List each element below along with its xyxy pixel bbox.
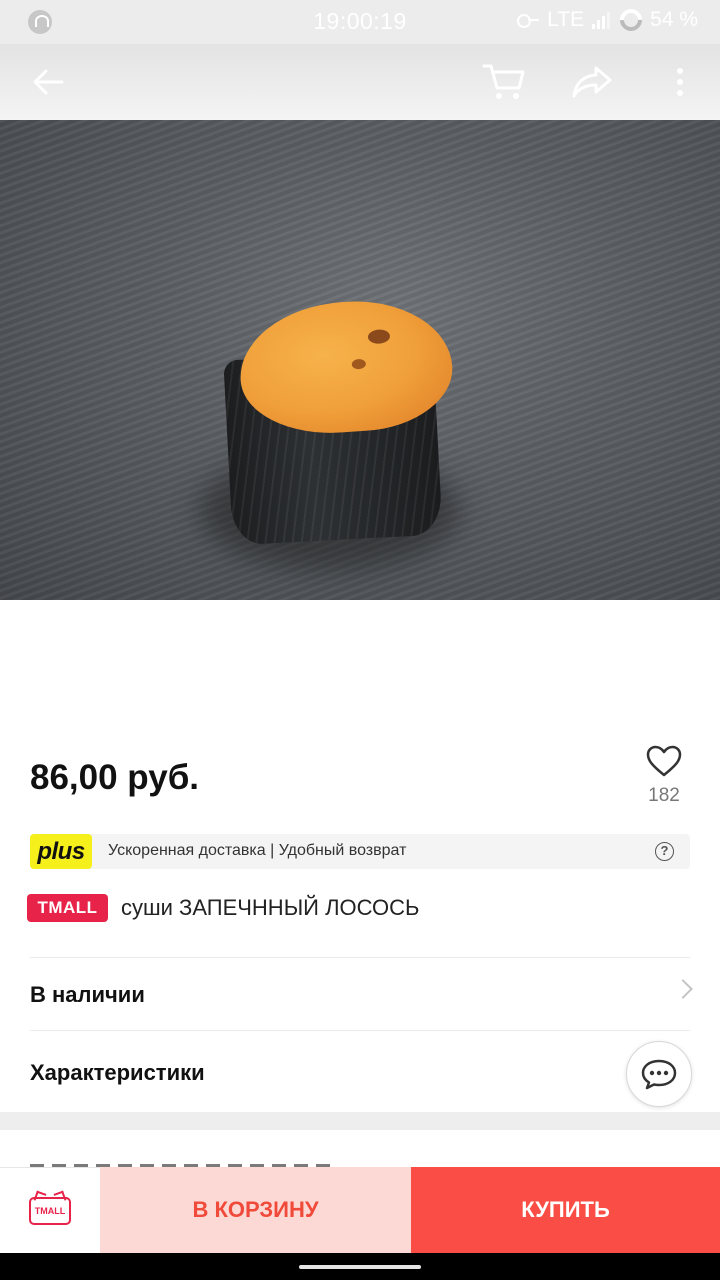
more-options-button[interactable] [656, 58, 704, 106]
chevron-right-icon [673, 979, 693, 999]
favorite-button[interactable]: 182 [636, 744, 692, 807]
battery-level: 54 % [650, 8, 698, 31]
vpn-key-icon [517, 14, 540, 28]
tmall-badge: TMALL [27, 894, 108, 922]
back-button[interactable] [24, 58, 72, 106]
chat-bubble-icon [641, 1059, 677, 1090]
status-right-group: LTE 54 % [517, 4, 698, 36]
app-bar [0, 44, 720, 120]
network-type: LTE [547, 8, 585, 31]
buy-now-button[interactable]: КУПИТЬ [411, 1167, 720, 1253]
more-vertical-icon [677, 68, 683, 96]
add-to-cart-button[interactable]: В КОРЗИНУ [100, 1167, 411, 1253]
product-title-row: TMALL суши ЗАПЕЧННЫЙ ЛОСОСЬ [27, 894, 419, 922]
divider [30, 957, 690, 958]
product-price: 86,00 руб. [30, 758, 200, 797]
signal-icon [592, 11, 612, 29]
system-nav-bar [0, 1253, 720, 1280]
section-separator [0, 1112, 720, 1130]
tmall-logo-icon: TMALL [29, 1196, 71, 1225]
home-handle[interactable] [299, 1265, 421, 1269]
store-button[interactable]: TMALL [0, 1167, 100, 1253]
battery-icon [615, 4, 647, 36]
share-icon [572, 66, 612, 98]
help-icon[interactable]: ? [655, 842, 674, 861]
status-bar: 19:00:19 LTE 54 % [0, 0, 720, 44]
product-screen: 19:00:19 LTE 54 % 86,00 руб. 182 plus Ус… [0, 0, 720, 1280]
product-title: суши ЗАПЕЧННЫЙ ЛОСОСЬ [121, 895, 420, 920]
back-arrow-icon [33, 69, 64, 95]
specs-row[interactable]: Характеристики [30, 1060, 205, 1086]
chat-button[interactable] [626, 1041, 692, 1107]
plus-delivery-banner[interactable]: plus Ускоренная доставка | Удобный возвр… [30, 834, 690, 869]
bottom-action-bar: TMALL В КОРЗИНУ КУПИТЬ [0, 1167, 720, 1253]
heart-icon [646, 745, 682, 777]
share-button[interactable] [568, 58, 616, 106]
product-info: 86,00 руб. 182 plus Ускоренная доставка … [0, 600, 720, 1112]
divider [30, 1030, 690, 1031]
product-image[interactable] [0, 120, 720, 600]
plus-badge: plus [30, 834, 92, 869]
cart-icon [482, 64, 525, 99]
availability-row[interactable]: В наличии [30, 982, 145, 1008]
plus-text: Ускоренная доставка | Удобный возврат [108, 842, 407, 859]
next-section-peek [0, 1130, 720, 1172]
favorites-count: 182 [648, 785, 680, 806]
cart-button[interactable] [480, 58, 528, 106]
